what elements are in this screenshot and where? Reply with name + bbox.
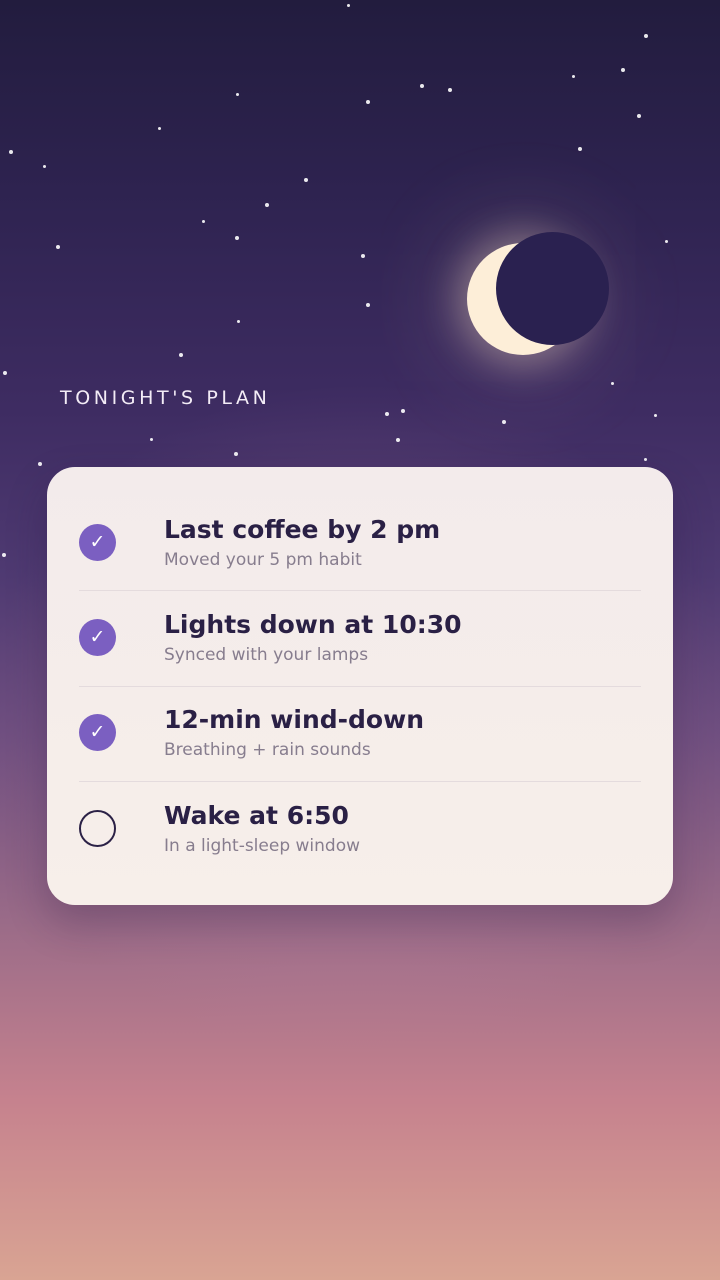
star xyxy=(578,147,582,151)
star xyxy=(235,236,239,240)
plan-item-title: 12-min wind-down xyxy=(164,705,424,734)
star xyxy=(637,114,641,118)
star xyxy=(420,84,424,88)
plan-card: Last coffee by 2 pm Moved your 5 pm habi… xyxy=(47,467,673,905)
star xyxy=(572,75,575,78)
star xyxy=(158,127,161,130)
star xyxy=(347,4,350,7)
star xyxy=(2,553,6,557)
star xyxy=(234,452,238,456)
plan-item-title: Lights down at 10:30 xyxy=(164,610,462,639)
section-title: TONIGHT'S PLAN xyxy=(60,387,271,409)
star xyxy=(396,438,400,442)
star xyxy=(43,165,46,168)
plan-item-wake[interactable]: Wake at 6:50 In a light-sleep window xyxy=(79,753,641,856)
moon-shadow xyxy=(496,232,609,345)
star xyxy=(3,371,7,375)
plan-item-title: Last coffee by 2 pm xyxy=(164,515,441,544)
checkmark-icon[interactable] xyxy=(79,714,116,751)
plan-item-lights[interactable]: Lights down at 10:30 Synced with your la… xyxy=(79,562,641,665)
star xyxy=(644,458,647,461)
star xyxy=(366,100,370,104)
star xyxy=(621,68,625,72)
star xyxy=(179,353,183,357)
star xyxy=(611,382,614,385)
star xyxy=(236,93,239,96)
star xyxy=(502,420,506,424)
star xyxy=(401,409,405,413)
star xyxy=(385,412,389,416)
star xyxy=(56,245,60,249)
star xyxy=(150,438,153,441)
star xyxy=(448,88,452,92)
plan-item-subtitle: In a light-sleep window xyxy=(164,836,361,856)
plan-item-coffee[interactable]: Last coffee by 2 pm Moved your 5 pm habi… xyxy=(79,467,641,570)
star xyxy=(304,178,308,182)
plan-item-title: Wake at 6:50 xyxy=(164,801,349,830)
star xyxy=(9,150,13,154)
star xyxy=(654,414,657,417)
empty-circle-icon[interactable] xyxy=(79,810,116,847)
star xyxy=(366,303,370,307)
star xyxy=(644,34,648,38)
star xyxy=(202,220,205,223)
checkmark-icon[interactable] xyxy=(79,524,116,561)
checkmark-icon[interactable] xyxy=(79,619,116,656)
star xyxy=(237,320,240,323)
star xyxy=(265,203,269,207)
star xyxy=(38,462,42,466)
crescent-moon-icon xyxy=(440,210,630,380)
star xyxy=(361,254,365,258)
plan-item-wind-down[interactable]: 12-min wind-down Breathing + rain sounds xyxy=(79,657,641,760)
star xyxy=(665,240,668,243)
